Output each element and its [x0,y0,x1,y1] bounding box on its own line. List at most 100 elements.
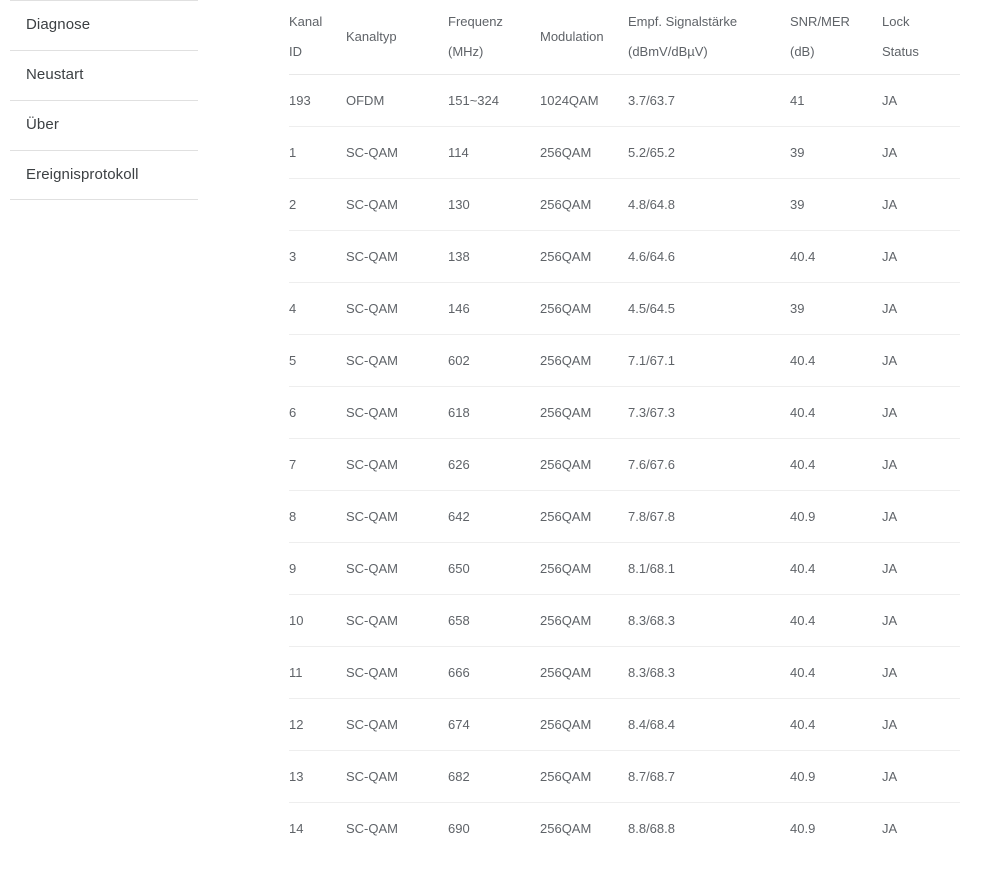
column-header-line1: Lock [882,14,910,29]
cell-mod: 256QAM [540,178,628,231]
cell-type: SC-QAM [346,594,448,647]
cell-mod: 256QAM [540,386,628,439]
cell-freq: 650 [448,542,540,595]
cell-id: 14 [289,820,304,836]
sidebar-item-label: Über [26,116,59,133]
cell-id: 193 [289,74,346,127]
cell-power: 4.6/64.6 [628,230,790,283]
cell-power: 3.7/63.7 [628,74,790,127]
cell-freq: 626 [448,438,540,491]
cell-freq: 618 [448,386,540,439]
cell-freq: 151~324 [448,74,540,127]
table-row: 3 SC-QAM 138 256QAM 4.6/64.6 40.4 JA [289,230,960,283]
cell-power: 4.8/64.8 [628,178,790,231]
sidebar-item-diagnose[interactable]: Diagnose [0,0,209,50]
column-header-line1: Empf. Signalstärke [628,14,738,29]
column-header-snr: SNR/MER (dB) [790,0,882,75]
cell-id: 5 [289,334,346,387]
cell-power: 7.3/67.3 [628,386,790,439]
cell-power: 7.1/67.1 [628,334,790,387]
cell-lock: JA [882,282,960,335]
table-row: 2 SC-QAM 130 256QAM 4.8/64.8 39 JA [289,178,960,231]
channel-status-table: Kanal ID Kanaltyp Frequenz (MHz) Modulation Em… [289,0,960,854]
column-header-line1: Kanal [289,14,323,29]
column-header-line2: (dB) [790,44,815,59]
cell-id: 8 [289,490,346,543]
cell-freq: 658 [448,594,540,647]
table-row: 12 SC-QAM 674 256QAM 8.4/68.4 40.4 JA [289,698,960,751]
cell-type: SC-QAM [346,438,448,491]
cell-id: 2 [289,178,346,231]
cell-power: 8.7/68.7 [628,750,790,803]
sidebar-item-ereignisprotokoll[interactable]: Ereignisprotokoll [0,150,209,200]
cell-freq: 602 [448,334,540,387]
sidebar-item-neustart[interactable]: Neustart [0,50,209,100]
column-header-lock: Lock Status [882,0,960,75]
table-row: 8 SC-QAM 642 256QAM 7.8/67.8 40.9 JA [289,490,960,543]
cell-snr: 39 [790,282,882,335]
column-header-freq: Frequenz (MHz) [448,0,540,75]
cell-snr: 40.9 [790,820,816,836]
cell-mod: 256QAM [540,438,628,491]
cell-power: 8.4/68.4 [628,698,790,751]
cell-lock: JA [882,74,960,127]
cell-lock: JA [882,126,960,179]
column-header-line2: ID [289,44,302,59]
table-row: 6 SC-QAM 618 256QAM 7.3/67.3 40.4 JA [289,386,960,439]
sidebar-item-list: Diagnose Neustart Über Ereignisprotokoll [0,0,209,200]
table-row: 11 SC-QAM 666 256QAM 8.3/68.3 40.4 JA [289,646,960,699]
sidebar-navigation: Diagnose Neustart Über Ereignisprotokoll [0,0,209,891]
cell-type: OFDM [346,74,448,127]
cell-type: SC-QAM [346,820,398,836]
cell-snr: 40.4 [790,698,882,751]
cell-lock: JA [882,490,960,543]
cell-freq: 146 [448,282,540,335]
cell-freq: 666 [448,646,540,699]
cell-power: 8.8/68.8 [628,820,675,836]
table-row: 10 SC-QAM 658 256QAM 8.3/68.3 40.4 JA [289,594,960,647]
cell-id: 1 [289,126,346,179]
table-row: 4 SC-QAM 146 256QAM 4.5/64.5 39 JA [289,282,960,335]
sidebar-item-ueber[interactable]: Über [0,100,209,150]
cell-type: SC-QAM [346,126,448,179]
column-header-power: Empf. Signalstärke (dBmV/dBµV) [628,0,790,75]
table-row: 14 SC-QAM 690 256QAM 8.8/68.8 40.9 JA [289,803,960,855]
cell-id: 9 [289,542,346,595]
cell-type: SC-QAM [346,542,448,595]
column-header-mod: Modulation [540,0,628,75]
cell-snr: 40.4 [790,646,882,699]
column-header-type: Kanaltyp [346,0,448,75]
cell-lock: JA [882,750,960,803]
cell-lock: JA [882,386,960,439]
cell-snr: 40.4 [790,334,882,387]
table-row: 193 OFDM 151~324 1024QAM 3.7/63.7 41 JA [289,74,960,127]
cell-snr: 40.4 [790,386,882,439]
column-header-line2: (MHz) [448,44,484,59]
cell-snr: 40.9 [790,750,882,803]
cell-id: 13 [289,750,346,803]
page-root: Diagnose Neustart Über Ereignisprotokoll Ka… [0,0,981,891]
cell-freq: 674 [448,698,540,751]
column-header-line1: Kanaltyp [346,29,397,44]
table-header: Kanal ID Kanaltyp Frequenz (MHz) Modulation Em… [289,0,960,75]
column-header-line1: Frequenz [448,14,503,29]
cell-lock: JA [882,594,960,647]
cell-id: 7 [289,438,346,491]
main-content: Kanal ID Kanaltyp Frequenz (MHz) Modulation Em… [289,0,960,891]
cell-power: 8.3/68.3 [628,646,790,699]
cell-mod: 256QAM [540,542,628,595]
cell-freq: 642 [448,490,540,543]
sidebar-item-label: Diagnose [26,16,91,33]
cell-freq: 114 [448,126,540,179]
cell-snr: 39 [790,178,882,231]
cell-lock: JA [882,820,898,836]
column-header-line2: Status [882,44,919,59]
cell-type: SC-QAM [346,282,448,335]
column-header-line1: SNR/MER [790,14,850,29]
cell-id: 4 [289,282,346,335]
cell-lock: JA [882,698,960,751]
cell-snr: 40.4 [790,230,882,283]
cell-id: 10 [289,594,346,647]
table-row: 13 SC-QAM 682 256QAM 8.7/68.7 40.9 JA [289,750,960,803]
cell-mod: 256QAM [540,820,592,836]
